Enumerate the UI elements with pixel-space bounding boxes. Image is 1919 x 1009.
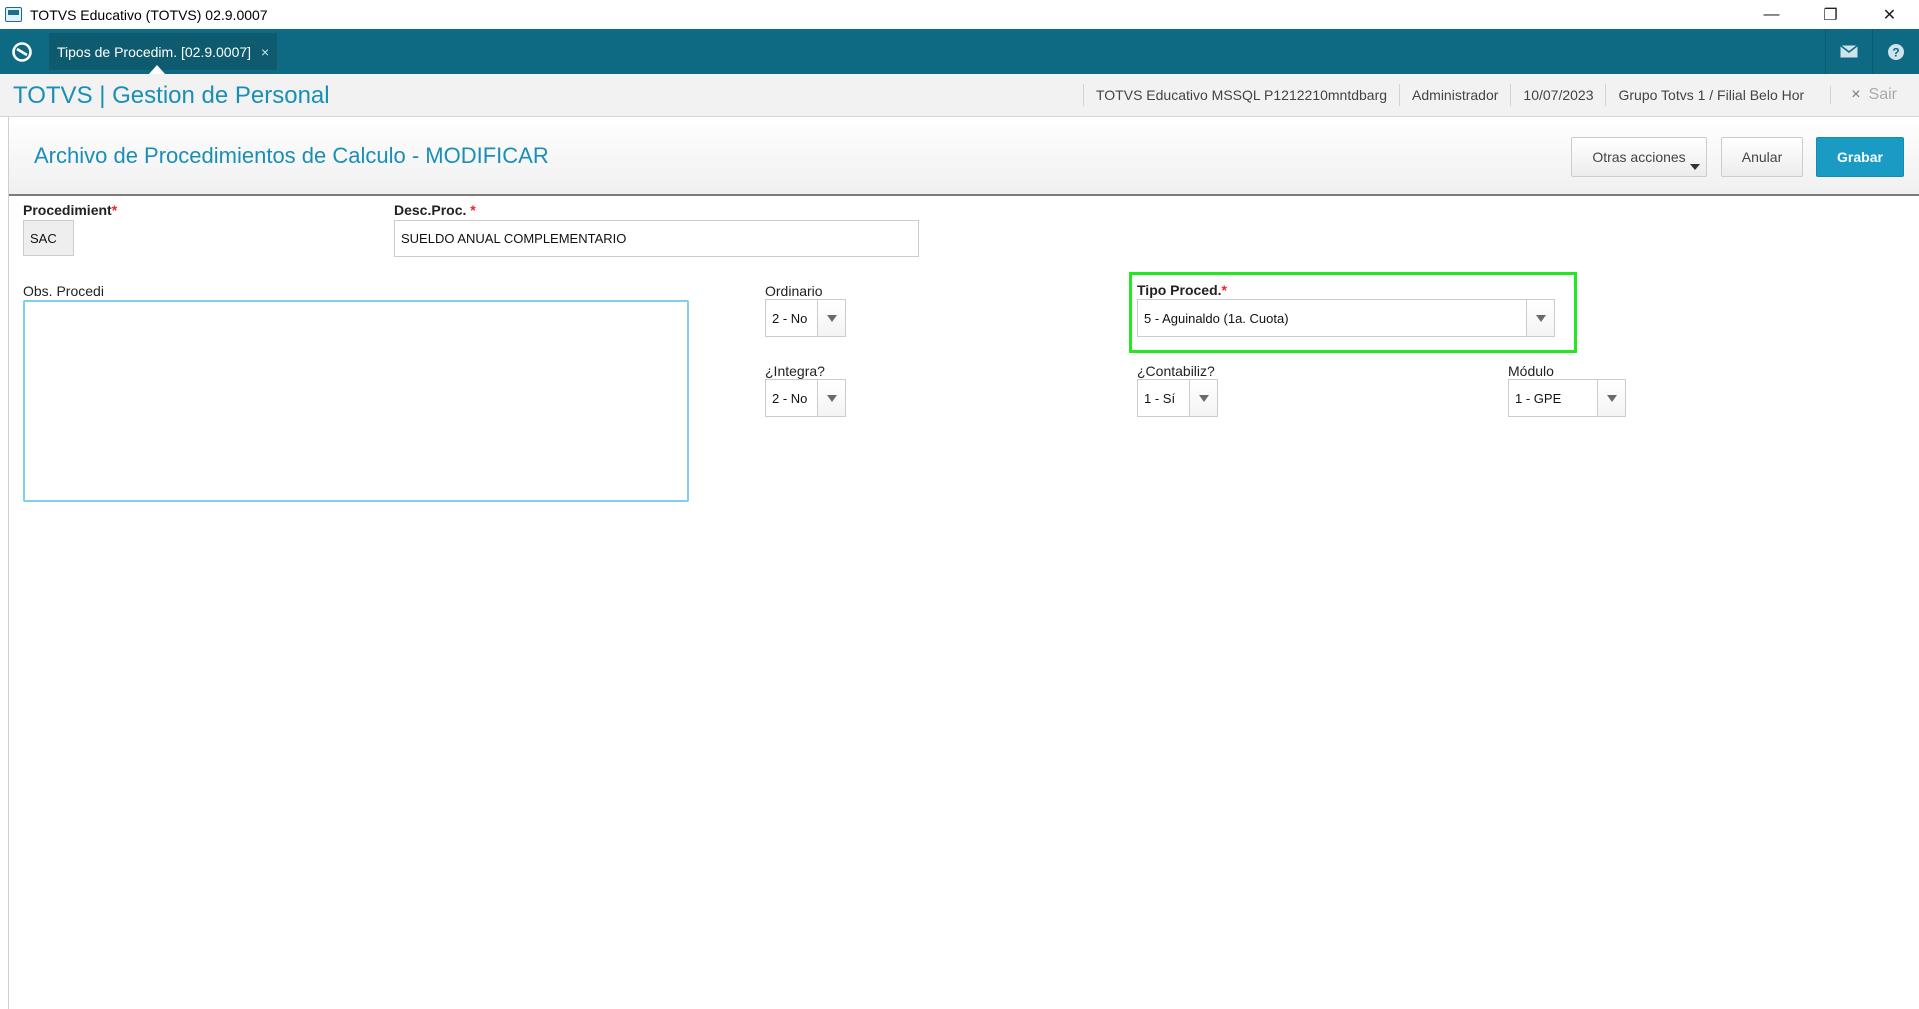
obs-textarea[interactable] bbox=[23, 300, 689, 502]
modulo-value: 1 - GPE bbox=[1515, 390, 1562, 406]
required-marker: * bbox=[470, 202, 476, 218]
tipo-proced-select[interactable]: 5 - Aguinaldo (1a. Cuota) bbox=[1137, 299, 1555, 337]
date-label: 10/07/2023 bbox=[1510, 84, 1605, 106]
procedimiento-field[interactable]: SAC bbox=[23, 220, 74, 256]
save-button[interactable]: Grabar bbox=[1816, 137, 1904, 177]
desc-proc-label-text: Desc.Proc. bbox=[394, 202, 467, 218]
modulo-label: Módulo bbox=[1508, 363, 1554, 379]
other-actions-button[interactable]: Otras acciones bbox=[1571, 137, 1707, 177]
environment-label: TOTVS Educativo MSSQL P1212210mntdbarg bbox=[1082, 84, 1399, 106]
tipo-proced-value: 5 - Aguinaldo (1a. Cuota) bbox=[1144, 310, 1289, 326]
window-title-bar: TOTVS Educativo (TOTVS) 02.9.0007 — ❐ ✕ bbox=[0, 0, 1919, 29]
home-icon[interactable] bbox=[10, 40, 34, 64]
procedimiento-label: Procedimient* bbox=[23, 202, 117, 218]
desc-proc-field[interactable]: SUELDO ANUAL COMPLEMENTARIO bbox=[394, 220, 919, 257]
tipo-proced-label-text: Tipo Proced. bbox=[1137, 282, 1222, 298]
contabiliz-label: ¿Contabiliz? bbox=[1137, 363, 1215, 379]
form-frame bbox=[8, 117, 1919, 1009]
app-window-icon bbox=[5, 7, 22, 22]
required-marker: * bbox=[1221, 282, 1227, 298]
tab-close-icon[interactable]: × bbox=[261, 44, 269, 60]
modulo-select[interactable]: 1 - GPE bbox=[1508, 379, 1626, 417]
mail-icon[interactable] bbox=[1825, 29, 1872, 74]
tab-bar: Tipos de Procedim. [02.9.0007] × ? bbox=[0, 29, 1919, 74]
desc-proc-label: Desc.Proc. * bbox=[394, 202, 476, 218]
dropdown-arrow-icon[interactable] bbox=[1526, 300, 1554, 336]
contabiliz-select[interactable]: 1 - Sí bbox=[1137, 379, 1218, 417]
minimize-button[interactable]: — bbox=[1742, 0, 1801, 29]
exit-button[interactable]: × Sair bbox=[1830, 86, 1919, 104]
close-window-button[interactable]: ✕ bbox=[1860, 0, 1919, 29]
tab-label: Tipos de Procedim. [02.9.0007] bbox=[57, 43, 252, 60]
obs-label: Obs. Procedi bbox=[23, 283, 104, 299]
integra-value: 2 - No bbox=[772, 390, 808, 406]
dropdown-arrow-icon[interactable] bbox=[817, 300, 845, 336]
procedimiento-label-text: Procedimient bbox=[23, 202, 112, 218]
dropdown-arrow-icon[interactable] bbox=[817, 380, 845, 416]
branch-label: Grupo Totvs 1 / Filial Belo Hor bbox=[1605, 84, 1816, 106]
required-marker: * bbox=[111, 202, 118, 218]
dropdown-arrow-icon[interactable] bbox=[1189, 380, 1217, 416]
exit-icon: × bbox=[1851, 86, 1861, 103]
tabbar-actions: ? bbox=[1825, 29, 1919, 74]
app-title: TOTVS | Gestion de Personal bbox=[13, 82, 330, 109]
session-info: TOTVS Educativo MSSQL P1212210mntdbarg A… bbox=[1082, 74, 1919, 116]
integra-label: ¿Integra? bbox=[765, 363, 825, 379]
cancel-button[interactable]: Anular bbox=[1721, 137, 1803, 177]
ordinario-label: Ordinario bbox=[765, 283, 823, 299]
form-title: Archivo de Procedimientos de Calculo - M… bbox=[34, 143, 549, 168]
help-icon[interactable]: ? bbox=[1872, 29, 1919, 74]
chevron-down-icon bbox=[1690, 164, 1700, 170]
exit-label: Sair bbox=[1868, 86, 1897, 103]
app-header: TOTVS | Gestion de Personal TOTVS Educat… bbox=[0, 74, 1919, 117]
integra-select[interactable]: 2 - No bbox=[765, 379, 846, 417]
ordinario-select[interactable]: 2 - No bbox=[765, 299, 846, 337]
window-controls: — ❐ ✕ bbox=[1742, 0, 1919, 29]
ordinario-value: 2 - No bbox=[772, 310, 808, 326]
window-title: TOTVS Educativo (TOTVS) 02.9.0007 bbox=[30, 6, 268, 23]
tipo-proced-label: Tipo Proced.* bbox=[1137, 282, 1227, 298]
help-icon-glyph: ? bbox=[1892, 45, 1899, 59]
other-actions-label: Otras acciones bbox=[1592, 149, 1686, 165]
dropdown-arrow-icon[interactable] bbox=[1597, 380, 1625, 416]
form-header: Archivo de Procedimientos de Calculo - M… bbox=[9, 117, 1919, 196]
contabiliz-value: 1 - Sí bbox=[1144, 390, 1176, 406]
user-label: Administrador bbox=[1399, 84, 1510, 106]
active-tab-caret-icon bbox=[149, 65, 165, 74]
restore-button[interactable]: ❐ bbox=[1801, 0, 1860, 29]
